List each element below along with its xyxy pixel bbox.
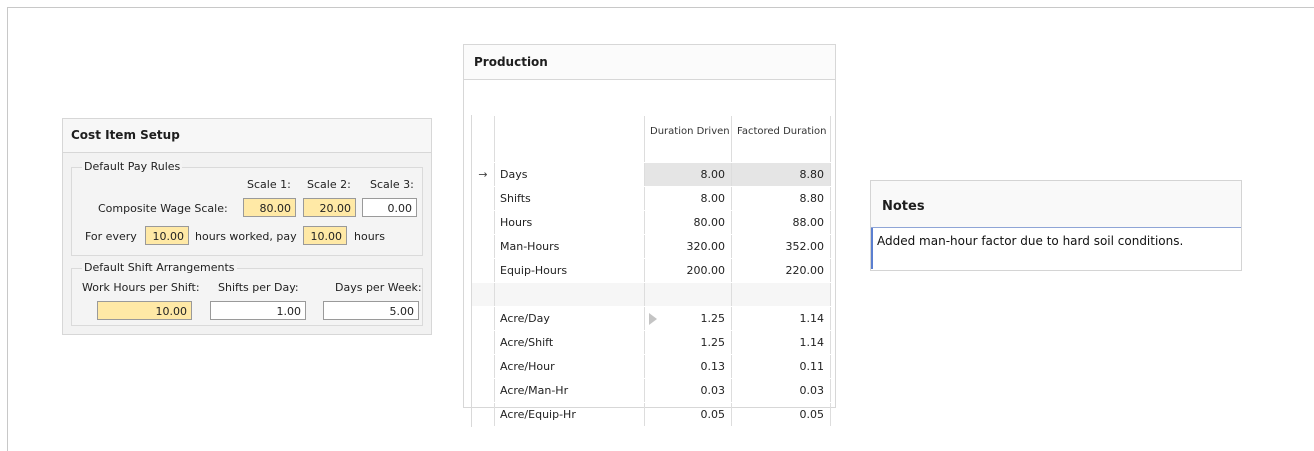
cost-item-setup-panel: Cost Item Setup Default Pay Rules Scale … (62, 118, 432, 335)
work-hours-per-shift-label: Work Hours per Shift: (82, 281, 200, 294)
current-row-arrow-icon: → (472, 163, 495, 186)
row-name[interactable]: Acre/Man-Hr (495, 379, 645, 402)
default-pay-rules-group: Default Pay Rules Scale 1: Scale 2: Scal… (71, 160, 423, 256)
row-value-duration[interactable]: 8.00 (645, 187, 732, 210)
row-value-duration[interactable]: 320.00 (645, 235, 732, 258)
row-indicator[interactable] (472, 307, 495, 330)
pay-hours-input[interactable]: 10.00 (303, 226, 347, 245)
scale-3-input[interactable]: 0.00 (362, 198, 417, 217)
default-shift-arrangements-group: Default Shift Arrangements Work Hours pe… (71, 261, 423, 326)
scale-1-input[interactable]: 80.00 (243, 198, 296, 217)
row-value-factored[interactable]: 0.11 (732, 355, 831, 378)
factored-duration-driven-resources-header[interactable]: Factored Duration Driven Resources (732, 116, 831, 162)
composite-wage-scale-label: Composite Wage Scale: (98, 202, 228, 215)
scale-1-header: Scale 1: (247, 178, 291, 191)
row-value-empty (645, 283, 732, 306)
notes-panel: Notes Added man-hour factor due to hard … (870, 180, 1242, 271)
name-column-header[interactable] (495, 116, 645, 162)
row-name[interactable]: Equip-Hours (495, 259, 645, 282)
row-value-duration[interactable]: 8.00 (645, 163, 732, 186)
row-indicator-header (472, 116, 495, 162)
row-value-factored[interactable]: 1.14 (732, 307, 831, 330)
row-indicator[interactable] (472, 187, 495, 210)
row-name-empty (495, 283, 645, 306)
duration-driven-resources-header[interactable]: Duration Driven Resources (645, 116, 732, 162)
row-indicator[interactable] (472, 259, 495, 282)
row-indicator[interactable] (472, 235, 495, 258)
row-value-factored[interactable]: 8.80 (732, 163, 831, 186)
days-per-week-input[interactable]: 5.00 (323, 301, 419, 320)
row-name[interactable]: Acre/Shift (495, 331, 645, 354)
window-border-top (7, 7, 1314, 8)
row-value-duration[interactable]: 1.25 (645, 307, 732, 330)
row-value-duration[interactable]: 0.05 (645, 403, 732, 426)
scale-3-header: Scale 3: (370, 178, 414, 191)
row-value-duration[interactable]: 1.25 (645, 331, 732, 354)
cost-item-setup-title: Cost Item Setup (63, 119, 431, 153)
row-value-text: 1.25 (700, 312, 726, 325)
row-indicator[interactable] (472, 355, 495, 378)
production-panel: Production Duration Driven Resources Fac… (463, 44, 836, 427)
row-value-factored[interactable]: 88.00 (732, 211, 831, 234)
window-border-left (7, 7, 8, 451)
for-every-hours-input[interactable]: 10.00 (145, 226, 189, 245)
row-name[interactable]: Shifts (495, 187, 645, 210)
row-name[interactable]: Acre/Hour (495, 355, 645, 378)
row-value-factored[interactable]: 352.00 (732, 235, 831, 258)
production-grid: Duration Driven Resources Factored Durat… (471, 115, 831, 427)
row-indicator[interactable] (472, 403, 495, 426)
hours-worked-pay-label: hours worked, pay (195, 230, 297, 243)
row-indicator[interactable] (472, 379, 495, 402)
row-name[interactable]: Days (495, 163, 645, 186)
hours-label: hours (354, 230, 385, 243)
row-indicator (472, 283, 495, 306)
notes-textarea[interactable]: Added man-hour factor due to hard soil c… (871, 228, 1241, 269)
row-name[interactable]: Acre/Equip-Hr (495, 403, 645, 426)
row-value-factored[interactable]: 1.14 (732, 331, 831, 354)
scale-2-input[interactable]: 20.00 (303, 198, 356, 217)
row-value-factored[interactable]: 0.05 (732, 403, 831, 426)
default-pay-rules-caption: Default Pay Rules (82, 160, 183, 173)
shifts-per-day-label: Shifts per Day: (218, 281, 299, 294)
row-name[interactable]: Man-Hours (495, 235, 645, 258)
row-indicator[interactable] (472, 331, 495, 354)
row-name[interactable]: Hours (495, 211, 645, 234)
row-value-empty (732, 283, 831, 306)
play-triangle-icon (649, 313, 657, 325)
production-title: Production (464, 45, 835, 80)
row-value-duration[interactable]: 200.00 (645, 259, 732, 282)
row-value-duration[interactable]: 80.00 (645, 211, 732, 234)
shifts-per-day-input[interactable]: 1.00 (210, 301, 306, 320)
row-indicator[interactable] (472, 211, 495, 234)
days-per-week-label: Days per Week: (335, 281, 422, 294)
row-value-duration[interactable]: 0.03 (645, 379, 732, 402)
row-name[interactable]: Acre/Day (495, 307, 645, 330)
row-value-duration[interactable]: 0.13 (645, 355, 732, 378)
scale-2-header: Scale 2: (307, 178, 351, 191)
work-hours-per-shift-input[interactable]: 10.00 (97, 301, 192, 320)
default-shift-arrangements-caption: Default Shift Arrangements (82, 261, 237, 274)
notes-title: Notes (871, 181, 1241, 228)
row-value-factored[interactable]: 8.80 (732, 187, 831, 210)
for-every-label: For every (85, 230, 137, 243)
row-value-factored[interactable]: 220.00 (732, 259, 831, 282)
row-value-factored[interactable]: 0.03 (732, 379, 831, 402)
